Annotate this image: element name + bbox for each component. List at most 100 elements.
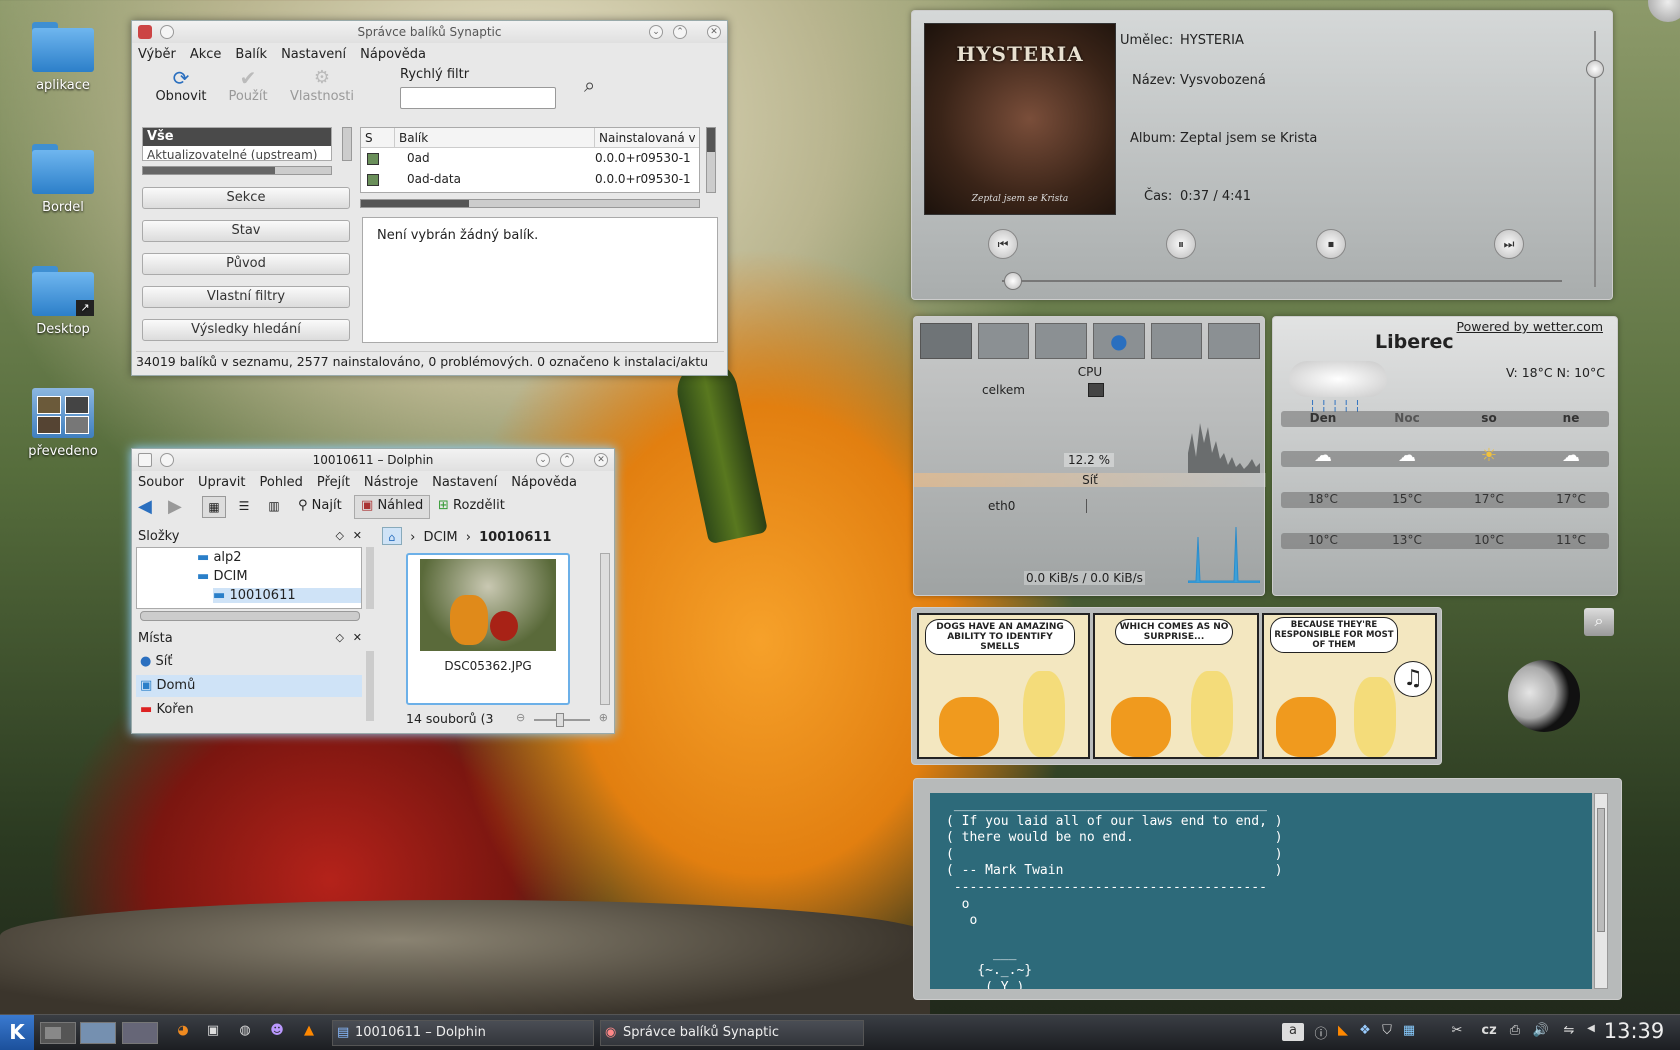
menu-akce[interactable]: Akce	[190, 47, 222, 62]
previous-track-button[interactable]: ⏮	[988, 229, 1018, 259]
vlc-launcher-icon[interactable]: ▲	[300, 1023, 318, 1041]
fortune-vscroll[interactable]	[1594, 793, 1608, 989]
sections-button[interactable]: Sekce	[142, 187, 350, 209]
seek-slider-handle[interactable]	[1004, 272, 1023, 290]
synaptic-titlebar[interactable]: Správce balíků Synaptic ⌄ ⌃ ✕	[132, 21, 727, 43]
tree-vscroll[interactable]	[366, 547, 374, 609]
filter-item-all[interactable]: Vše	[143, 128, 331, 146]
breadcrumb-dcim[interactable]: DCIM	[423, 530, 457, 545]
pager-desktop-3[interactable]	[122, 1022, 158, 1044]
split-button[interactable]: ⊞ Rozdělit	[438, 498, 505, 513]
pin-icon[interactable]	[160, 453, 174, 467]
desktop-icon-aplikace[interactable]: aplikace	[13, 22, 113, 93]
minimize-button[interactable]: ⌄	[536, 453, 550, 467]
panel-float-icon[interactable]: ◇	[336, 631, 344, 644]
tree-item-10010611[interactable]: ▬ 10010611	[213, 588, 361, 603]
forward-arrow-icon[interactable]: ▶	[168, 496, 182, 517]
status-button[interactable]: Stav	[142, 220, 350, 242]
filter-list[interactable]: Vše Aktualizovatelné (upstream)	[142, 127, 332, 161]
filter-item-upgradable[interactable]: Aktualizovatelné (upstream)	[143, 146, 331, 160]
firefox-launcher-icon[interactable]: ◕	[174, 1023, 192, 1041]
maximize-button[interactable]: ⌃	[673, 25, 687, 39]
dolphin-titlebar[interactable]: 10010611 – Dolphin ⌄ ⌃ ✕	[132, 449, 614, 471]
desktop-icon-desktop[interactable]: ↗ Desktop	[13, 266, 113, 337]
tab-memory-icon[interactable]	[1150, 323, 1203, 359]
keyboard-layout-indicator[interactable]: cz	[1476, 1023, 1502, 1041]
place-network[interactable]: ● Síť	[136, 651, 362, 673]
calendar-icon[interactable]: ▦	[1400, 1023, 1418, 1041]
taskbar-task-dolphin[interactable]: ▤ 10010611 – Dolphin	[332, 1020, 594, 1046]
desktop-icon-bordel[interactable]: Bordel	[13, 144, 113, 215]
weather-provider-link[interactable]: Powered by wetter.com	[1457, 319, 1604, 334]
column-package[interactable]: Balík	[395, 128, 595, 147]
tab-disk-icon[interactable]	[977, 323, 1030, 359]
cashew-icon[interactable]	[1648, 0, 1680, 22]
tab-temperature-icon[interactable]	[1035, 323, 1088, 359]
package-vscroll[interactable]	[706, 127, 716, 193]
menu-balik[interactable]: Balík	[235, 47, 267, 62]
apply-button[interactable]: ✔ Použít	[218, 67, 278, 104]
desktop-icon-prevedeno[interactable]: převedeno	[13, 388, 113, 459]
next-track-button[interactable]: ⏭	[1494, 229, 1524, 259]
tab-processes-icon[interactable]	[1208, 323, 1261, 359]
menu-soubor[interactable]: Soubor	[138, 475, 184, 490]
info-icon[interactable]: ⓘ	[1312, 1023, 1330, 1042]
find-button[interactable]: ⚲ Najít	[298, 498, 342, 513]
kde-menu-icon[interactable]: K	[0, 1015, 34, 1050]
pause-button[interactable]: ⏸	[1166, 229, 1196, 259]
icons-view-icon[interactable]: ▦	[202, 496, 226, 518]
printer-icon[interactable]: ⎙	[1506, 1023, 1524, 1041]
close-button[interactable]: ✕	[707, 25, 721, 39]
back-arrow-icon[interactable]: ◀	[138, 496, 152, 517]
columns-view-icon[interactable]: ▥	[262, 496, 286, 518]
column-installed-version[interactable]: Nainstalovaná v	[595, 128, 695, 147]
tree-item-dcim[interactable]: ▬ DCIM	[197, 569, 248, 584]
column-status[interactable]: S	[361, 128, 395, 147]
shield-icon[interactable]: ⛉	[1378, 1023, 1396, 1041]
zoom-slider[interactable]: ⊖ ⊕	[516, 711, 608, 727]
menu-napoveda[interactable]: Nápověda	[360, 47, 426, 62]
places-vscroll[interactable]	[366, 651, 374, 721]
menu-nastaveni[interactable]: Nastavení	[432, 475, 497, 490]
package-hscroll[interactable]	[360, 199, 700, 208]
zoom-icon[interactable]: ⌕	[1584, 608, 1614, 636]
menu-nastaveni[interactable]: Nastavení	[281, 47, 346, 62]
package-icon[interactable]: ❖	[1356, 1023, 1374, 1041]
pager-desktop-1[interactable]	[40, 1022, 76, 1044]
menu-vyber[interactable]: Výběr	[138, 47, 176, 62]
synaptic-app-icon[interactable]	[138, 25, 152, 39]
tree-hscroll[interactable]	[140, 611, 360, 621]
menu-nastroje[interactable]: Nástroje	[364, 475, 418, 490]
kopete-icon[interactable]: ◣	[1334, 1023, 1352, 1041]
volume-slider-handle[interactable]	[1586, 60, 1604, 79]
breadcrumb-current[interactable]: 10010611	[479, 530, 551, 545]
pin-icon[interactable]	[160, 25, 174, 39]
place-root[interactable]: ▬ Kořen	[136, 699, 362, 721]
close-button[interactable]: ✕	[594, 453, 608, 467]
mouse-launcher-icon[interactable]: ◍	[236, 1023, 254, 1041]
package-status-icon[interactable]	[361, 169, 395, 190]
menu-pohled[interactable]: Pohled	[259, 475, 302, 490]
place-home[interactable]: ▣ Domů	[136, 675, 362, 697]
home-icon[interactable]: ⌂	[382, 527, 402, 545]
custom-filters-button[interactable]: Vlastní filtry	[142, 286, 350, 308]
network-icon[interactable]: ⇋	[1560, 1023, 1578, 1041]
dolphin-app-icon[interactable]	[138, 453, 152, 467]
details-view-icon[interactable]: ☰	[232, 496, 256, 518]
menu-prejit[interactable]: Přejít	[317, 475, 350, 490]
panel-float-icon[interactable]: ◇	[336, 529, 344, 542]
properties-button[interactable]: ⚙ Vlastnosti	[282, 67, 362, 104]
klipper-icon[interactable]: a	[1282, 1023, 1304, 1041]
filter-vscroll[interactable]	[342, 127, 352, 161]
panel-close-icon[interactable]: ✕	[353, 529, 362, 542]
package-status-icon[interactable]	[361, 148, 395, 169]
content-vscroll[interactable]	[600, 553, 610, 705]
seek-track[interactable]	[1002, 280, 1562, 282]
stop-button[interactable]: ⏹	[1316, 229, 1346, 259]
tab-hardware-icon[interactable]	[920, 323, 972, 359]
taskbar-task-synaptic[interactable]: ◉ Správce balíků Synaptic	[600, 1020, 864, 1046]
pager-desktop-2[interactable]	[80, 1022, 116, 1044]
filter-scrollbar[interactable]	[142, 166, 332, 175]
refresh-button[interactable]: ⟳ Obnovit	[146, 67, 216, 104]
minimize-button[interactable]: ⌄	[649, 25, 663, 39]
